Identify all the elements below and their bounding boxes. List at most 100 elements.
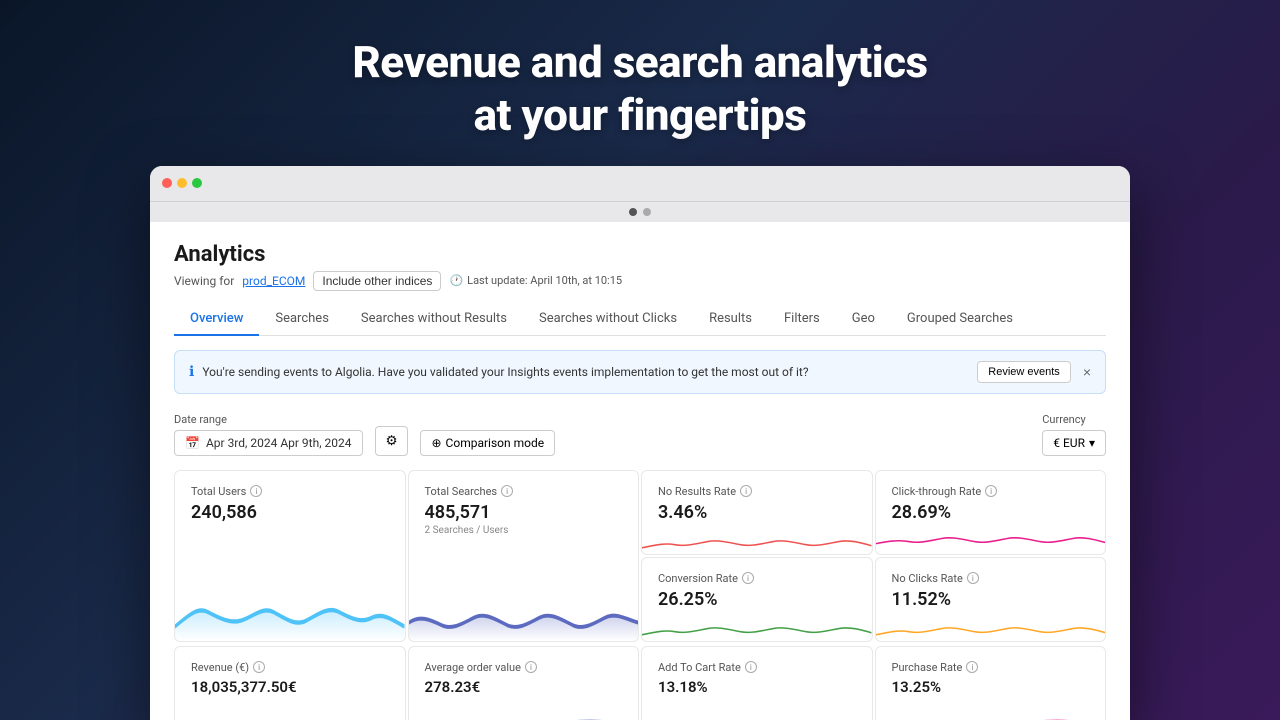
last-update: 🕐 Last update: April 10th, at 10:15	[449, 274, 622, 287]
info-icon-total-users[interactable]: i	[250, 485, 262, 497]
compare-icon: ⊕	[431, 436, 441, 450]
info-icon-clickthrough-rate[interactable]: i	[985, 485, 997, 497]
info-icon-total-searches[interactable]: i	[501, 485, 513, 497]
filter-icon: ⚙	[386, 433, 398, 449]
close-window-dot[interactable]	[162, 178, 172, 188]
date-range-input[interactable]: 📅 Apr 3rd, 2024 Apr 9th, 2024	[174, 430, 363, 456]
analytics-title: Analytics	[174, 242, 1106, 267]
metric-title-revenue: Revenue (€) i	[191, 661, 389, 674]
pagination-dot-1[interactable]	[629, 208, 637, 216]
maximize-window-dot[interactable]	[192, 178, 202, 188]
currency-value: € EUR	[1053, 436, 1085, 450]
currency-label: Currency	[1042, 413, 1106, 426]
tab-filters[interactable]: Filters	[768, 303, 836, 336]
info-icon-no-clicks-rate[interactable]: i	[967, 572, 979, 584]
metric-card-avg-order-value: Average order value i 278.23€	[408, 646, 640, 720]
chart-avg-order-value	[409, 704, 639, 720]
metric-column-4: Click-through Rate i 28.69% No Clicks Ra…	[875, 470, 1107, 642]
alert-text: You're sending events to Algolia. Have y…	[202, 365, 969, 379]
browser-bar	[150, 166, 1130, 202]
viewing-for-label: Viewing for	[174, 274, 234, 288]
info-icon-avg-order-value[interactable]: i	[525, 661, 537, 673]
info-icon-add-to-cart-rate[interactable]: i	[745, 661, 757, 673]
metric-value-avg-order-value: 278.23€	[425, 678, 623, 696]
clock-icon: 🕐	[449, 274, 463, 287]
chart-total-users	[175, 525, 405, 641]
metric-title-purchase-rate: Purchase Rate i	[892, 661, 1090, 674]
metric-card-total-searches: Total Searches i 485,571 2 Searches / Us…	[408, 470, 640, 642]
browser-window: Analytics Viewing for prod_ECOM Include …	[150, 166, 1130, 720]
last-update-text: Last update: April 10th, at 10:15	[467, 274, 622, 287]
metric-card-no-results-rate: No Results Rate i 3.46%	[641, 470, 873, 555]
metric-title-clickthrough-rate: Click-through Rate i	[892, 485, 1090, 498]
info-icon-purchase-rate[interactable]: i	[966, 661, 978, 673]
chart-revenue	[175, 704, 405, 720]
tab-searches-without-clicks[interactable]: Searches without Clicks	[523, 303, 693, 336]
hero-line2: at your fingertips	[352, 89, 927, 142]
metric-value-total-users: 240,586	[191, 502, 389, 523]
currency-select[interactable]: € EUR ▾	[1042, 430, 1106, 456]
window-controls	[162, 178, 202, 188]
metric-title-total-users: Total Users i	[191, 485, 389, 498]
filter-button[interactable]: ⚙	[375, 426, 409, 456]
analytics-panel: Analytics Viewing for prod_ECOM Include …	[150, 222, 1130, 720]
metric-card-revenue: Revenue (€) i 18,035,377.50€	[174, 646, 406, 720]
index-name-link[interactable]: prod_ECOM	[242, 274, 305, 288]
analytics-subtitle: Viewing for prod_ECOM Include other indi…	[174, 271, 1106, 291]
navigation-tabs: Overview Searches Searches without Resul…	[174, 303, 1106, 336]
include-indices-button[interactable]: Include other indices	[313, 271, 441, 291]
alert-bar: ℹ You're sending events to Algolia. Have…	[174, 350, 1106, 394]
metric-title-no-clicks-rate: No Clicks Rate i	[892, 572, 1090, 585]
metric-title-no-results-rate: No Results Rate i	[658, 485, 856, 498]
pagination-dot-2[interactable]	[643, 208, 651, 216]
metric-value-add-to-cart-rate: 13.18%	[658, 678, 856, 696]
info-icon-no-results-rate[interactable]: i	[740, 485, 752, 497]
metric-value-revenue: 18,035,377.50€	[191, 678, 389, 696]
comparison-label: Comparison mode	[446, 436, 545, 450]
metric-card-conversion-rate: Conversion Rate i 26.25%	[641, 557, 873, 642]
chart-add-to-cart-rate	[642, 704, 872, 720]
metric-value-total-searches: 485,571	[425, 502, 623, 523]
chart-conversion-rate	[642, 612, 872, 641]
metric-column-3: No Results Rate i 3.46% Conversion Rate …	[641, 470, 873, 642]
top-metrics-grid: Total Users i 240,586	[174, 470, 1106, 642]
chart-no-results-rate	[642, 525, 872, 554]
metric-card-add-to-cart-rate: Add To Cart Rate i 13.18%	[641, 646, 873, 720]
calendar-icon: 📅	[185, 436, 200, 450]
hero-heading: Revenue and search analytics at your fin…	[332, 0, 947, 166]
tab-overview[interactable]: Overview	[174, 303, 259, 336]
chart-no-clicks-rate	[876, 612, 1106, 641]
metric-card-clickthrough-rate: Click-through Rate i 28.69%	[875, 470, 1107, 555]
tab-searches[interactable]: Searches	[259, 303, 345, 336]
comparison-mode-button[interactable]: ⊕ Comparison mode	[420, 430, 555, 456]
date-range-group: Date range 📅 Apr 3rd, 2024 Apr 9th, 2024	[174, 413, 363, 456]
chevron-down-icon: ▾	[1089, 436, 1095, 450]
tab-grouped-searches[interactable]: Grouped Searches	[891, 303, 1029, 336]
currency-group: Currency € EUR ▾	[1042, 413, 1106, 456]
hero-line1: Revenue and search analytics	[352, 36, 927, 89]
metric-title-conversion-rate: Conversion Rate i	[658, 572, 856, 585]
metric-card-total-users: Total Users i 240,586	[174, 470, 406, 642]
chart-clickthrough-rate	[876, 525, 1106, 554]
metric-value-purchase-rate: 13.25%	[892, 678, 1090, 696]
metric-title-avg-order-value: Average order value i	[425, 661, 623, 674]
metric-value-no-clicks-rate: 11.52%	[892, 589, 1090, 610]
metric-value-no-results-rate: 3.46%	[658, 502, 856, 523]
metric-card-no-clicks-rate: No Clicks Rate i 11.52%	[875, 557, 1107, 642]
metric-title-add-to-cart-rate: Add To Cart Rate i	[658, 661, 856, 674]
controls-row: Date range 📅 Apr 3rd, 2024 Apr 9th, 2024…	[174, 408, 1106, 456]
info-icon-revenue[interactable]: i	[253, 661, 265, 673]
tab-results[interactable]: Results	[693, 303, 768, 336]
review-events-button[interactable]: Review events	[977, 361, 1071, 383]
date-range-value: Apr 3rd, 2024 Apr 9th, 2024	[206, 436, 352, 450]
alert-close-button[interactable]: ×	[1083, 364, 1091, 380]
metric-card-purchase-rate: Purchase Rate i 13.25%	[875, 646, 1107, 720]
bottom-metrics-grid: Revenue (€) i 18,035,377.50€ Average ord…	[174, 646, 1106, 720]
metric-value-clickthrough-rate: 28.69%	[892, 502, 1090, 523]
minimize-window-dot[interactable]	[177, 178, 187, 188]
tab-searches-without-results[interactable]: Searches without Results	[345, 303, 523, 336]
metric-value-conversion-rate: 26.25%	[658, 589, 856, 610]
tab-geo[interactable]: Geo	[836, 303, 891, 336]
metric-sub-total-searches: 2 Searches / Users	[425, 525, 623, 536]
info-icon-conversion-rate[interactable]: i	[742, 572, 754, 584]
